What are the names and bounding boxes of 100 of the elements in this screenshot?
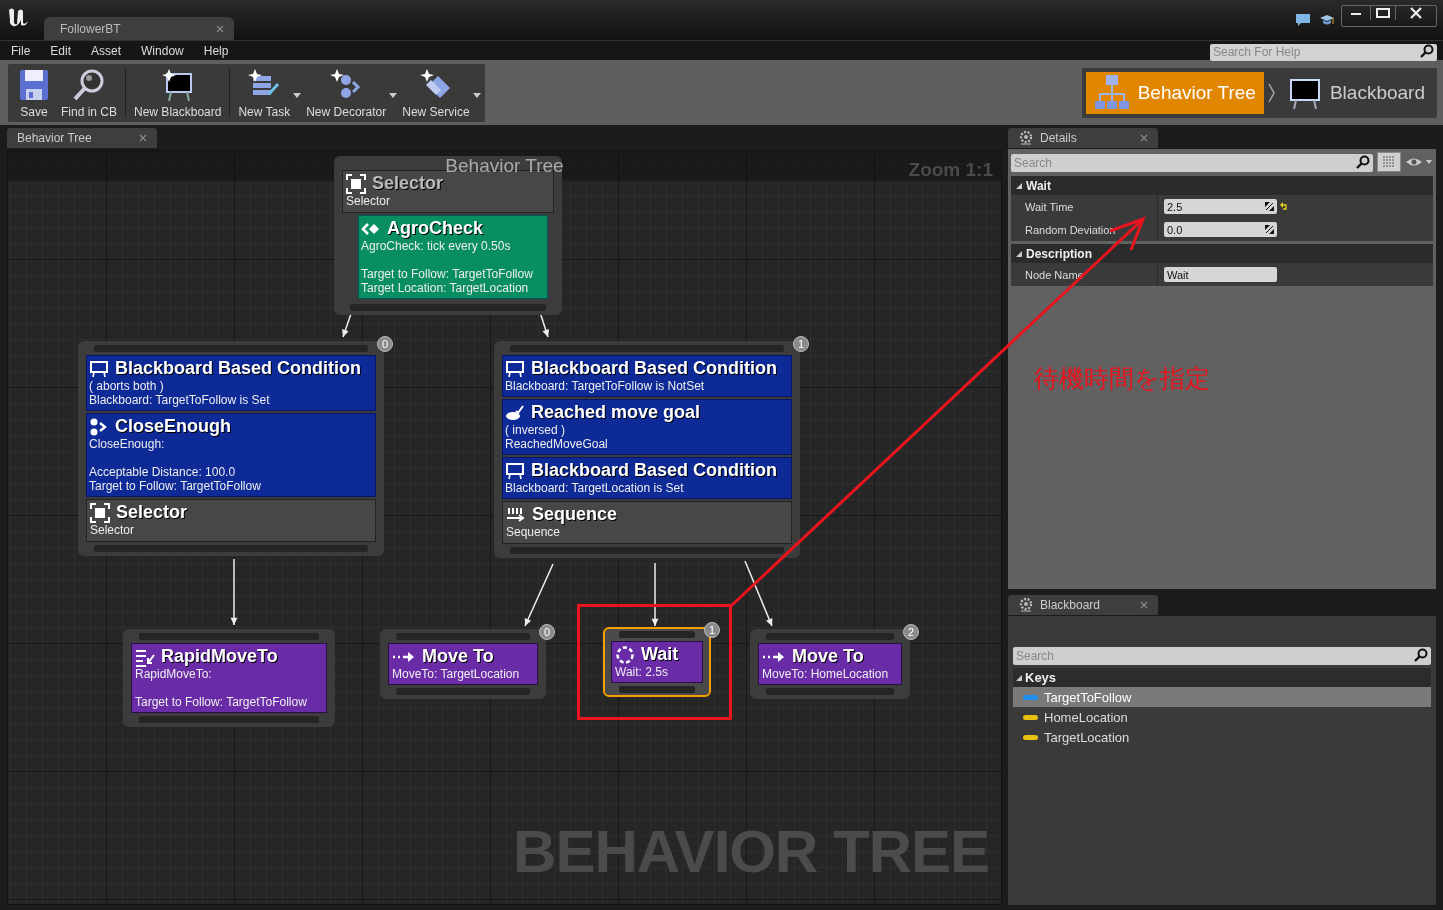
spin-icon[interactable]	[1265, 202, 1274, 211]
composite-card[interactable]: Sequence Sequence	[502, 501, 792, 544]
expanded-triangle-icon[interactable]	[1015, 673, 1023, 682]
category-header: Wait	[1026, 178, 1051, 193]
node-description: Target Location: TargetLocation	[361, 281, 530, 295]
node-description: Acceptable Distance: 100.0	[89, 465, 237, 479]
search-icon[interactable]	[1420, 43, 1434, 58]
node-description: Blackboard: TargetToFollow is Set	[89, 393, 271, 407]
menu-item[interactable]: Help	[192, 43, 238, 58]
composite-card[interactable]: Selector Selector	[86, 499, 376, 542]
dotted-arrow-icon	[762, 649, 786, 664]
blackboard-easel-icon	[89, 359, 109, 378]
graph-tab[interactable]: Behavior Tree	[7, 128, 157, 148]
menu-item[interactable]: File	[0, 43, 40, 58]
details-tab[interactable]: Details	[1008, 128, 1158, 148]
toolbar-button[interactable]: Find in CB	[56, 65, 123, 122]
gear-icon	[1018, 130, 1034, 146]
node-title: AgroCheck	[387, 218, 484, 239]
blackboard-easel-icon	[505, 461, 525, 480]
eye-icon[interactable]	[1405, 156, 1433, 168]
decorator-card[interactable]: Reached move goal ( inversed ) ReachedMoveGoal	[502, 399, 792, 455]
decorator-card[interactable]: Blackboard Based Condition Blackboard: TargetToFollow is NotSet	[502, 355, 792, 397]
chat-bubble-icon[interactable]	[1295, 13, 1311, 27]
connection-arrow	[524, 563, 554, 627]
node-description: RapidMoveTo:	[135, 667, 213, 681]
goal-check-icon	[505, 403, 525, 422]
expanded-triangle-icon[interactable]	[1015, 249, 1023, 258]
order-badge: 0	[539, 624, 555, 640]
toolbar-button[interactable]: New Service	[397, 65, 475, 122]
toolbar-button[interactable]: New Decorator	[301, 65, 392, 122]
property-field[interactable]: Wait	[1164, 267, 1277, 282]
logo-icon	[6, 6, 30, 28]
node-description: Wait: 2.5s	[615, 665, 669, 679]
mode-button[interactable]: Blackboard	[1279, 71, 1433, 114]
node-title: RapidMoveTo	[161, 646, 278, 667]
decorator-card[interactable]: Blackboard Based Condition ( aborts both ) Blackboard: TargetToFollow is Set	[86, 355, 376, 411]
caret-icon[interactable]	[472, 92, 481, 98]
blackboard-key-row[interactable]: TargetToFollow	[1013, 687, 1431, 707]
blackboard-key-row[interactable]: HomeLocation	[1013, 707, 1431, 727]
node-title: Move To	[422, 646, 494, 667]
task-card[interactable]: Wait Wait: 2.5s	[611, 641, 703, 683]
blackboard-key-row[interactable]: TargetLocation	[1013, 727, 1431, 747]
tree-diagram-icon	[1093, 73, 1130, 112]
decorator-card[interactable]: Blackboard Based Condition Blackboard: TargetLocation is Set	[502, 457, 792, 499]
node-title: Reached move goal	[531, 402, 701, 423]
task-node[interactable]: RapidMoveTo RapidMoveTo: Target to Follow: TargetToFollow	[123, 629, 335, 727]
node-title: Blackboard Based Condition	[531, 358, 778, 379]
document-tab[interactable]: FollowerBT	[44, 17, 234, 40]
expanded-triangle-icon[interactable]	[1015, 181, 1023, 190]
search-icon[interactable]	[1356, 155, 1370, 169]
order-badge: 2	[903, 624, 919, 640]
graduation-cap-icon[interactable]	[1319, 13, 1335, 27]
blackboard-tab[interactable]: Blackboard	[1008, 595, 1158, 615]
node-description: MoveTo: HomeLocation	[762, 667, 890, 681]
reset-arrow-icon[interactable]	[1280, 202, 1288, 211]
node-title: Blackboard Based Condition	[115, 358, 362, 379]
task-card[interactable]: Move To MoveTo: HomeLocation	[758, 643, 902, 685]
node-title: Blackboard Based Condition	[531, 460, 778, 481]
graph-canvas[interactable]	[7, 150, 1002, 905]
property-label: Random Deviation	[1011, 218, 1158, 241]
key-name: TargetLocation	[1044, 729, 1130, 745]
search-field[interactable]: Search	[1013, 647, 1431, 665]
input-pin-bar[interactable]	[619, 631, 695, 638]
menu-item[interactable]: Edit	[39, 43, 81, 58]
service-card[interactable]: AgroCheck AgroCheck: tick every 0.50s Target to Follow: TargetToFollow Target Location: TargetLocation	[358, 215, 548, 299]
caret-icon[interactable]	[389, 92, 398, 98]
gear-icon	[1018, 597, 1034, 613]
search-field[interactable]: Search	[1011, 154, 1373, 172]
key-name: TargetToFollow	[1044, 689, 1132, 705]
help-search-field[interactable]: Search For Help	[1210, 43, 1437, 61]
annotation-text: 待機時間を指定	[1034, 363, 1210, 395]
toolbar-button[interactable]: Save	[12, 65, 56, 122]
category-header: Description	[1026, 246, 1092, 261]
menu-item[interactable]: Window	[130, 43, 193, 58]
composite-node[interactable]: Blackboard Based Condition Blackboard: TargetToFollow is NotSet Reached move goal ( inversed ) ReachedMoveGoal Blackboard Based Condition Blackboard: TargetLocation is Set Sequence Sequence	[494, 341, 800, 558]
node-description: Selector	[346, 194, 392, 208]
toolbar-button[interactable]: New Task	[233, 65, 296, 122]
decorator-card[interactable]: CloseEnough CloseEnough: Acceptable Distance: 100.0 Target to Follow: TargetToFollow	[86, 413, 376, 497]
spin-icon[interactable]	[1265, 225, 1274, 234]
toolbar-button[interactable]: New Blackboard	[129, 65, 227, 122]
node-title: Move To	[792, 646, 864, 667]
blackboard-easel-icon	[160, 67, 195, 102]
property-field[interactable]: 2.5	[1164, 199, 1277, 214]
node-description: ( inversed )	[505, 423, 567, 437]
dotted-arrow-icon	[392, 649, 416, 664]
search-icon[interactable]	[1414, 648, 1428, 662]
task-card[interactable]: RapidMoveTo RapidMoveTo: Target to Follow: TargetToFollow	[131, 643, 327, 713]
chevron-icon	[1267, 82, 1276, 103]
menu-item[interactable]: Asset	[80, 43, 131, 58]
node-description: Blackboard: TargetToFollow is NotSet	[505, 379, 706, 393]
property-field[interactable]: 0.0	[1164, 222, 1277, 237]
connection-arrow	[651, 562, 659, 627]
caret-icon[interactable]	[293, 92, 302, 98]
node-title: Selector	[372, 173, 444, 194]
node-description: Target to Follow: TargetToFollow	[89, 479, 262, 493]
task-node[interactable]: Wait Wait: 2.5s	[603, 627, 711, 697]
selector-icon	[346, 173, 366, 194]
task-card[interactable]: Move To MoveTo: TargetLocation	[388, 643, 538, 685]
order-badge: 1	[704, 622, 720, 638]
node-description: Target to Follow: TargetToFollow	[135, 695, 308, 709]
